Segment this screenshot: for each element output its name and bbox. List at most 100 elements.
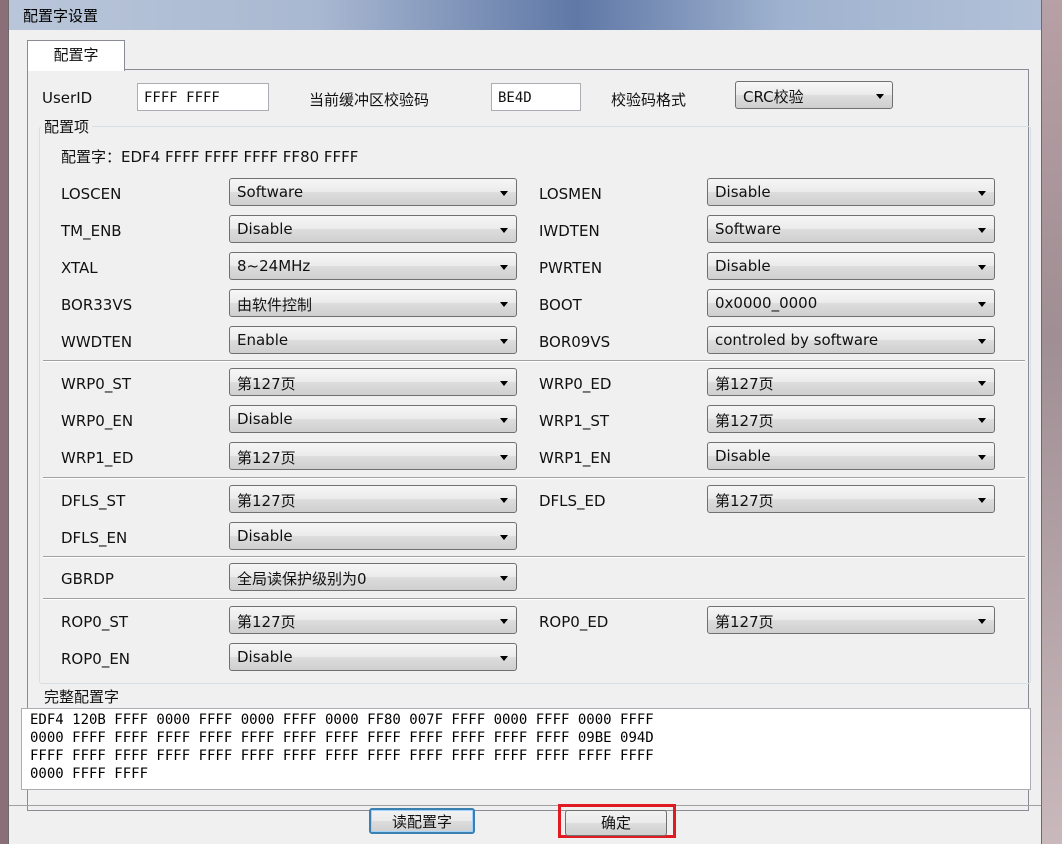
- chevron-down-icon: [978, 339, 986, 344]
- read-config-button[interactable]: 读配置字: [369, 808, 475, 834]
- wrp1-st-label: WRP1_ST: [539, 412, 610, 430]
- window-title: 配置字设置: [23, 7, 99, 25]
- rop0-en-select[interactable]: Disable: [229, 643, 517, 671]
- pwrten-select[interactable]: Disable: [707, 252, 995, 280]
- losmen-value: Disable: [715, 183, 771, 201]
- dfls-ed-label: DFLS_ED: [539, 492, 606, 510]
- wrp0-st-label: WRP0_ST: [61, 375, 132, 393]
- chevron-down-icon: [978, 455, 986, 460]
- wrp1-ed-value: 第127页: [237, 449, 296, 467]
- boot-select[interactable]: 0x0000_0000: [707, 289, 995, 317]
- wwdten-select[interactable]: Enable: [229, 326, 517, 354]
- chevron-down-icon: [978, 265, 986, 270]
- dfls-st-select[interactable]: 第127页: [229, 485, 517, 513]
- checksum-format-label: 校验码格式: [611, 91, 687, 109]
- rop0-ed-select[interactable]: 第127页: [707, 606, 995, 634]
- chevron-down-icon: [500, 191, 508, 196]
- tab-config-word[interactable]: 配置字: [27, 40, 125, 71]
- chevron-down-icon: [978, 498, 986, 503]
- chevron-down-icon: [978, 418, 986, 423]
- full-config-line: FFFF FFFF FFFF FFFF FFFF FFFF FFFF FFFF …: [30, 748, 654, 764]
- rop0-st-select[interactable]: 第127页: [229, 606, 517, 634]
- wrp1-en-label: WRP1_EN: [539, 449, 612, 467]
- separator: [43, 360, 1025, 362]
- userid-field[interactable]: FFFF FFFF: [137, 83, 269, 111]
- chevron-down-icon: [500, 339, 508, 344]
- wwdten-label: WWDTEN: [61, 333, 133, 351]
- gbrdp-value: 全局读保护级别为0: [237, 570, 367, 588]
- wrp0-ed-select[interactable]: 第127页: [707, 368, 995, 396]
- dfls-st-label: DFLS_ST: [61, 492, 126, 510]
- iwdten-select[interactable]: Software: [707, 215, 995, 243]
- separator: [43, 556, 1025, 558]
- rop0-st-label: ROP0_ST: [61, 613, 129, 631]
- tm-enb-select[interactable]: Disable: [229, 215, 517, 243]
- bor33vs-value: 由软件控制: [237, 296, 313, 314]
- wrp0-en-select[interactable]: Disable: [229, 405, 517, 433]
- full-config-textarea[interactable]: EDF4 120B FFFF 0000 FFFF 0000 FFFF 0000 …: [21, 708, 1031, 790]
- chevron-down-icon: [500, 656, 508, 661]
- boot-value: 0x0000_0000: [715, 294, 818, 312]
- pwrten-label: PWRTEN: [539, 259, 603, 277]
- config-word-summary: 配置字：EDF4 FFFF FFFF FFFF FF80 FFFF: [61, 148, 359, 166]
- ok-button[interactable]: 确定: [565, 810, 667, 836]
- chevron-down-icon: [500, 455, 508, 460]
- full-config-legend: 完整配置字: [41, 686, 123, 707]
- wrp0-st-value: 第127页: [237, 375, 296, 393]
- chevron-down-icon: [500, 576, 508, 581]
- xtal-value: 8~24MHz: [237, 257, 311, 275]
- tm-enb-label: TM_ENB: [61, 222, 122, 240]
- wrp0-en-value: Disable: [237, 410, 293, 428]
- title-bar[interactable]: 配置字设置: [9, 0, 1041, 30]
- chevron-down-icon: [500, 302, 508, 307]
- xtal-select[interactable]: 8~24MHz: [229, 252, 517, 280]
- wrp0-ed-value: 第127页: [715, 375, 774, 393]
- separator: [43, 477, 1025, 479]
- iwdten-value: Software: [715, 220, 782, 238]
- wrp1-en-value: Disable: [715, 447, 771, 465]
- rop0-en-value: Disable: [237, 648, 293, 666]
- chevron-down-icon: [978, 302, 986, 307]
- checksum-field[interactable]: BE4D: [491, 83, 581, 111]
- wrp0-st-select[interactable]: 第127页: [229, 368, 517, 396]
- losmen-select[interactable]: Disable: [707, 178, 995, 206]
- boot-label: BOOT: [539, 296, 582, 314]
- wrp1-st-select[interactable]: 第127页: [707, 405, 995, 433]
- dfls-ed-value: 第127页: [715, 492, 774, 510]
- bor09vs-select[interactable]: controled by software: [707, 326, 995, 354]
- chevron-down-icon: [500, 381, 508, 386]
- dfls-en-select[interactable]: Disable: [229, 522, 517, 550]
- chevron-down-icon: [500, 498, 508, 503]
- chevron-down-icon: [500, 619, 508, 624]
- dfls-st-value: 第127页: [237, 492, 296, 510]
- tm-enb-value: Disable: [237, 220, 293, 238]
- gbrdp-select[interactable]: 全局读保护级别为0: [229, 563, 517, 591]
- desktop-background: [1040, 0, 1062, 844]
- chevron-down-icon: [978, 619, 986, 624]
- chevron-down-icon: [978, 228, 986, 233]
- loscen-select[interactable]: Software: [229, 178, 517, 206]
- bor09vs-label: BOR09VS: [539, 333, 611, 351]
- wrp0-ed-label: WRP0_ED: [539, 375, 612, 393]
- rop0-ed-value: 第127页: [715, 613, 774, 631]
- checksum-format-select[interactable]: CRC校验: [735, 81, 893, 109]
- chevron-down-icon: [500, 418, 508, 423]
- separator: [43, 598, 1025, 600]
- dfls-en-label: DFLS_EN: [61, 529, 128, 547]
- wrp1-st-value: 第127页: [715, 412, 774, 430]
- checksum-label: 当前缓冲区校验码: [309, 91, 430, 109]
- bor33vs-select[interactable]: 由软件控制: [229, 289, 517, 317]
- wrp1-en-select[interactable]: Disable: [707, 442, 995, 470]
- chevron-down-icon: [500, 265, 508, 270]
- wrp1-ed-select[interactable]: 第127页: [229, 442, 517, 470]
- gbrdp-label: GBRDP: [61, 570, 114, 588]
- userid-label: UserID: [42, 89, 93, 107]
- losmen-label: LOSMEN: [539, 185, 602, 203]
- footer-divider: [9, 805, 1041, 806]
- dfls-en-value: Disable: [237, 527, 293, 545]
- chevron-down-icon: [978, 381, 986, 386]
- xtal-label: XTAL: [61, 259, 98, 277]
- full-config-line: 0000 FFFF FFFF FFFF FFFF FFFF FFFF FFFF …: [30, 730, 654, 746]
- dfls-ed-select[interactable]: 第127页: [707, 485, 995, 513]
- full-config-line: EDF4 120B FFFF 0000 FFFF 0000 FFFF 0000 …: [30, 712, 654, 728]
